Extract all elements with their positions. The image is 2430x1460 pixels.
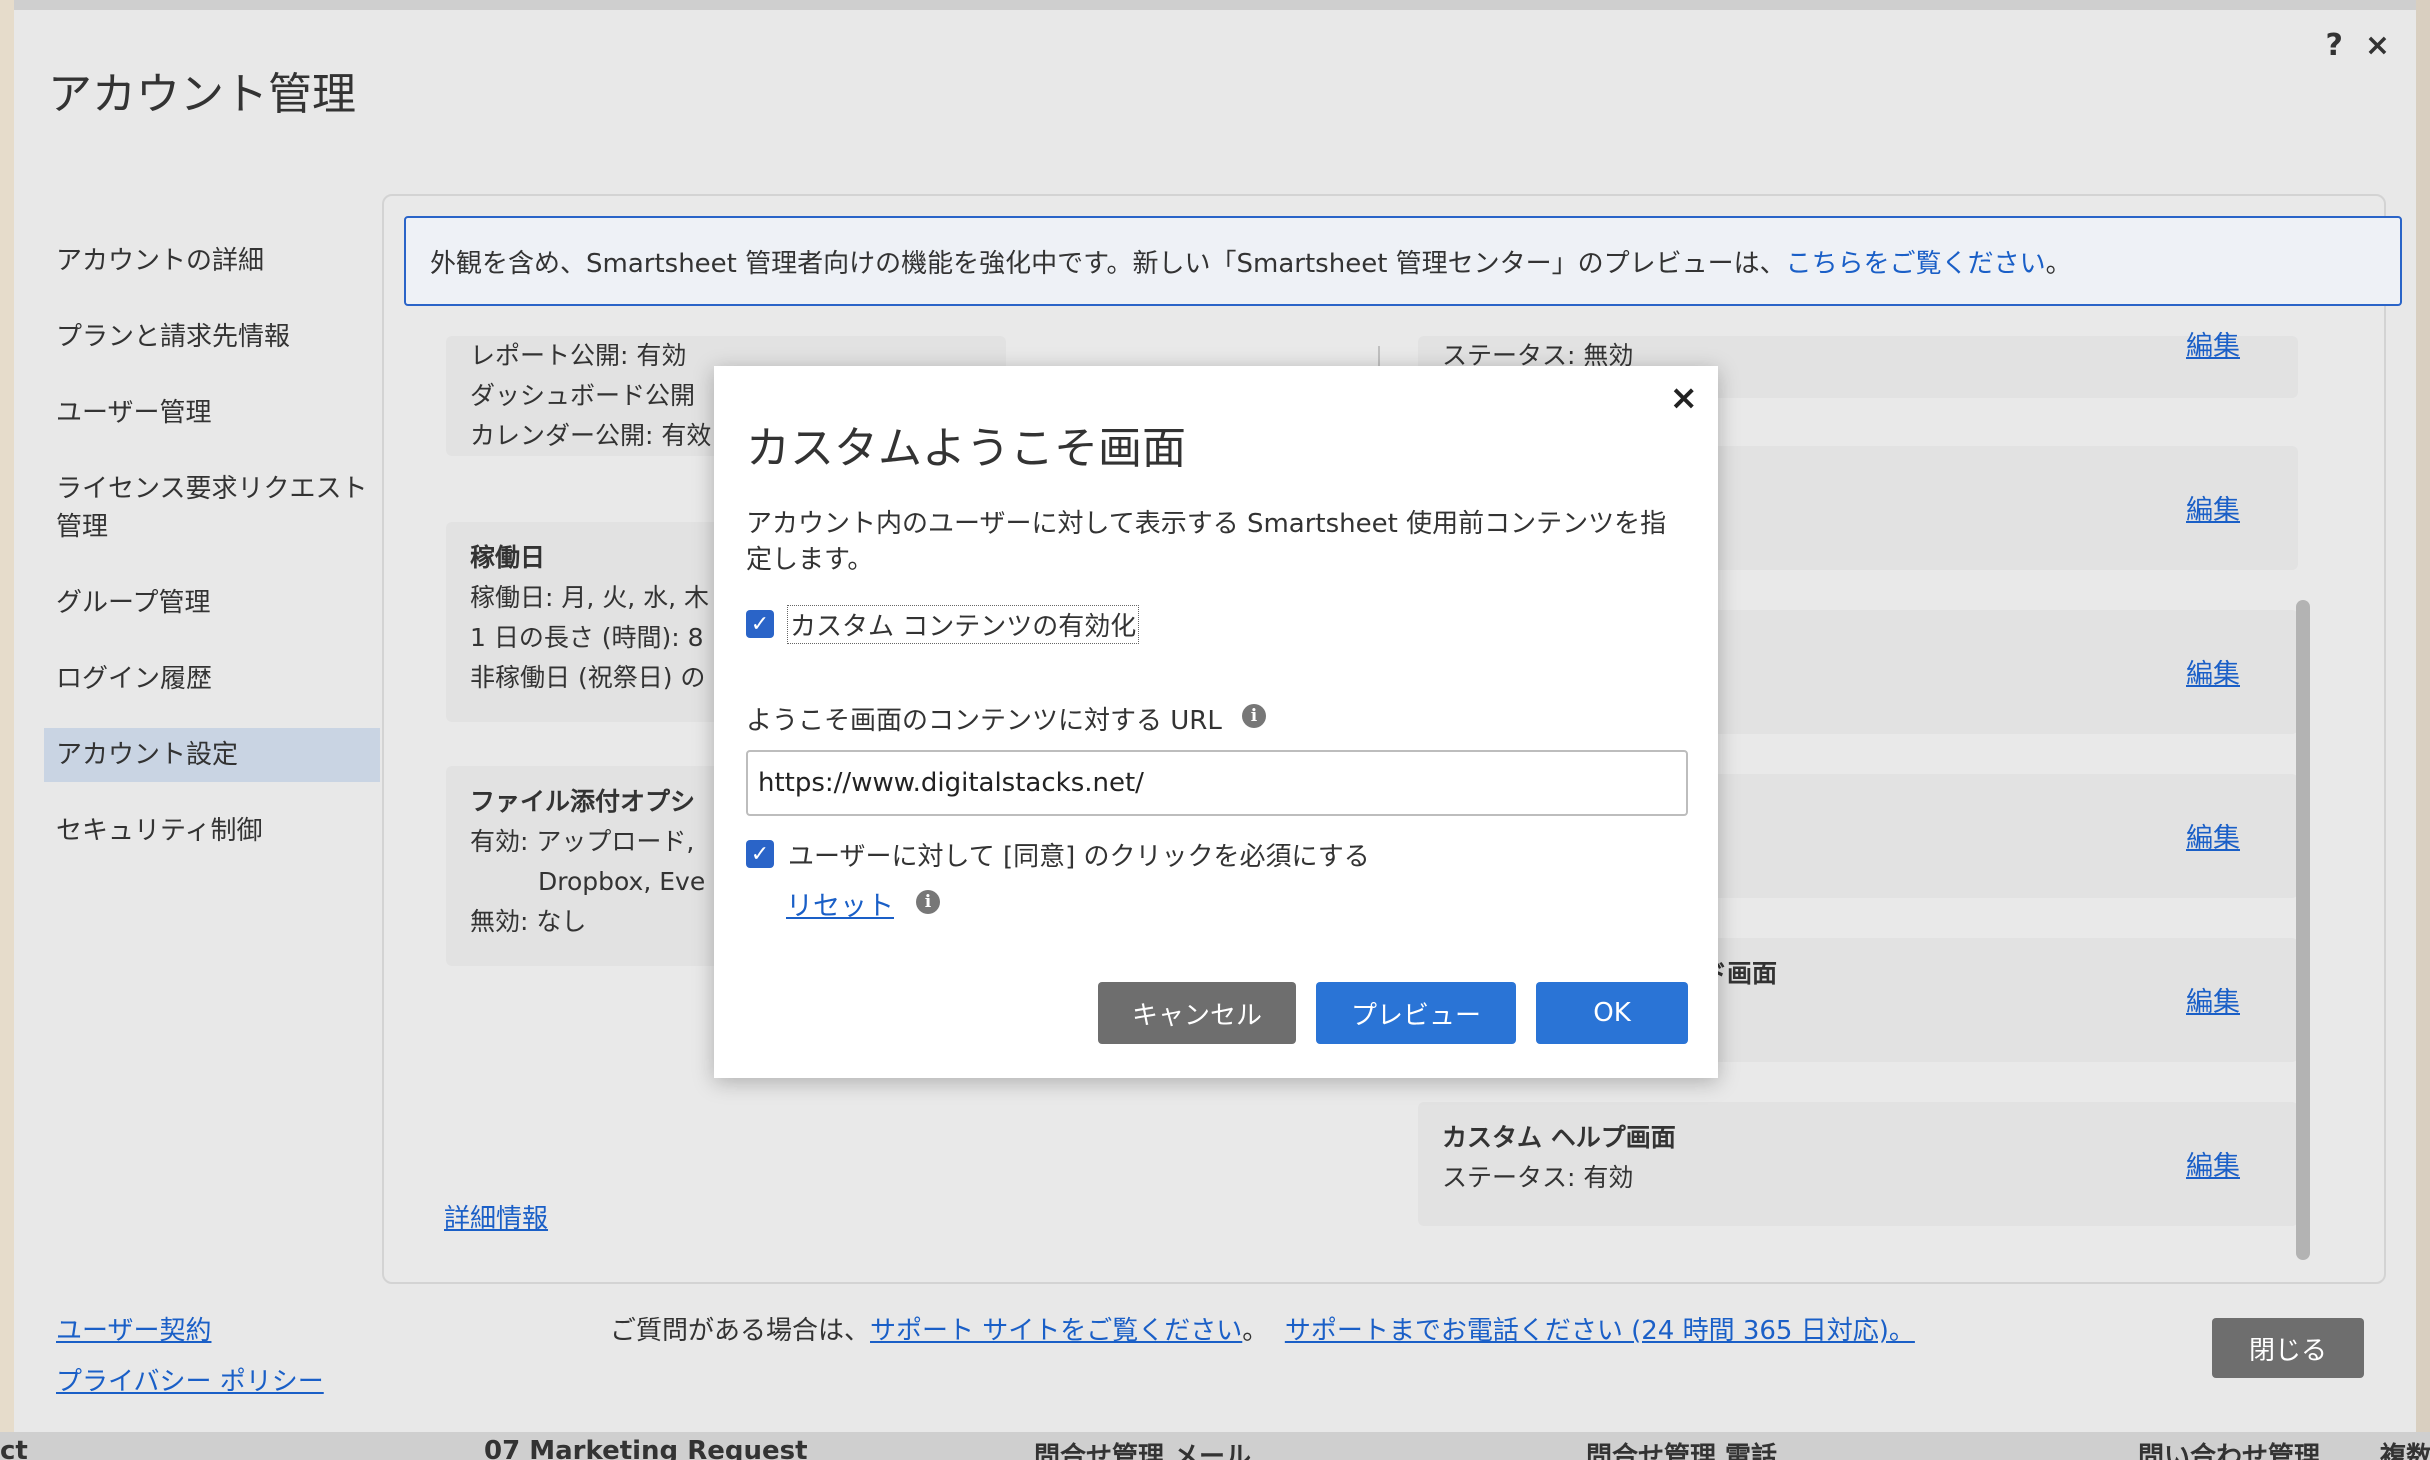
notice-link[interactable]: こちらをご覧ください [1786, 243, 2046, 280]
reset-link[interactable]: リセット [786, 884, 894, 923]
modal-close-icon[interactable]: × [1670, 378, 1699, 418]
sidebar-item-license-requests[interactable]: ライセンス要求リクエスト管理 [44, 462, 380, 554]
scrollbar[interactable] [2296, 600, 2310, 1260]
user-agreement-link[interactable]: ユーザー契約 [56, 1310, 324, 1347]
support-phone-link[interactable]: サポートまでお電話ください (24 時間 365 日対応)。 [1285, 1316, 1915, 1346]
info-icon[interactable]: i [1242, 704, 1266, 728]
url-label: ようこそ画面のコンテンツに対する URL [746, 706, 1222, 736]
help-icon[interactable]: ? [2325, 28, 2342, 63]
custom-welcome-modal: × カスタムようこそ画面 アカウント内のユーザーに対して表示する Smartsh… [714, 366, 1718, 1078]
background-tab: 問合せ管理 メール [1034, 1442, 1252, 1460]
footer-text: ご質問がある場合は、 [610, 1316, 871, 1346]
edit-link[interactable]: 編集 [2186, 652, 2240, 691]
edit-link[interactable]: 編集 [2186, 816, 2240, 855]
background-sheet-tabs: ct 07 Marketing Request 問合せ管理 メール 問合せ管理 … [0, 1432, 2430, 1460]
bottom-links: ユーザー契約 プライバシー ポリシー [56, 1310, 324, 1412]
details-link[interactable]: 詳細情報 [444, 1198, 548, 1235]
enable-custom-label[interactable]: カスタム コンテンツの有効化 [786, 605, 1140, 644]
notice-text: 外観を含め、Smartsheet 管理者向けの機能を強化中です。新しい「Smar… [430, 248, 1786, 279]
background-tab: 複数 [2380, 1442, 2430, 1460]
welcome-url-input[interactable] [746, 750, 1688, 816]
background-tab: 問い合わせ管理 [2138, 1442, 2321, 1460]
card-title: ファイル添付オプシ [470, 787, 696, 816]
require-agree-label[interactable]: ユーザーに対して [同意] のクリックを必須にする [788, 836, 1370, 873]
sidebar-item-login-history[interactable]: ログイン履歴 [44, 652, 380, 706]
page-title: アカウント管理 [48, 69, 356, 120]
require-agree-checkbox[interactable]: ✓ [746, 840, 774, 868]
cancel-button[interactable]: キャンセル [1098, 982, 1296, 1044]
sidebar-item-user-management[interactable]: ユーザー管理 [44, 386, 380, 440]
card-title: カスタム ヘルプ画面 [1442, 1123, 1676, 1152]
background-tab: 07 Marketing Request [484, 1436, 808, 1460]
background-right-strip [2416, 0, 2430, 1460]
sidebar-item-plan-billing[interactable]: プランと請求先情報 [44, 310, 380, 364]
enable-custom-checkbox[interactable]: ✓ [746, 610, 774, 638]
card-title: 稼働日 [470, 543, 546, 572]
admin-center-notice: 外観を含め、Smartsheet 管理者向けの機能を強化中です。新しい「Smar… [404, 216, 2402, 306]
support-footer: ご質問がある場合は、サポート サイトをご覧ください。 サポートまでお電話ください… [610, 1310, 1915, 1347]
support-site-link[interactable]: サポート サイトをご覧ください [870, 1316, 1242, 1346]
notice-tail: 。 [2045, 248, 2072, 279]
background-tab: 問合せ管理 電話 [1586, 1442, 1778, 1460]
edit-link[interactable]: 編集 [2186, 1144, 2240, 1183]
close-icon[interactable]: × [2365, 28, 2390, 63]
modal-description: アカウント内のユーザーに対して表示する Smartsheet 使用前コンテンツを… [746, 509, 1667, 575]
modal-title: カスタムようこそ画面 [746, 423, 1186, 474]
info-icon[interactable]: i [916, 890, 940, 914]
privacy-policy-link[interactable]: プライバシー ポリシー [56, 1361, 324, 1398]
sidebar-item-security-controls[interactable]: セキュリティ制御 [44, 804, 380, 858]
sidebar: アカウントの詳細 プランと請求先情報 ユーザー管理 ライセンス要求リクエスト管理… [44, 234, 380, 880]
sidebar-item-account-details[interactable]: アカウントの詳細 [44, 234, 380, 288]
background-left-strip [0, 0, 14, 1460]
sidebar-item-account-settings[interactable]: アカウント設定 [44, 728, 380, 782]
card-line: ステータス: 有効 [1442, 1163, 1634, 1192]
close-button[interactable]: 閉じる [2212, 1318, 2364, 1378]
edit-link[interactable]: 編集 [2186, 488, 2240, 527]
sidebar-item-group-management[interactable]: グループ管理 [44, 576, 380, 630]
ok-button[interactable]: OK [1536, 982, 1688, 1044]
background-tab: ct [0, 1436, 28, 1460]
preview-button[interactable]: プレビュー [1316, 982, 1516, 1044]
custom-help-card: カスタム ヘルプ画面 ステータス: 有効 [1418, 1102, 2298, 1226]
footer-sep: 。 [1242, 1316, 1269, 1346]
window-controls: ? × [2325, 28, 2390, 63]
edit-link[interactable]: 編集 [2186, 980, 2240, 1019]
edit-link[interactable]: 編集 [2186, 324, 2240, 363]
